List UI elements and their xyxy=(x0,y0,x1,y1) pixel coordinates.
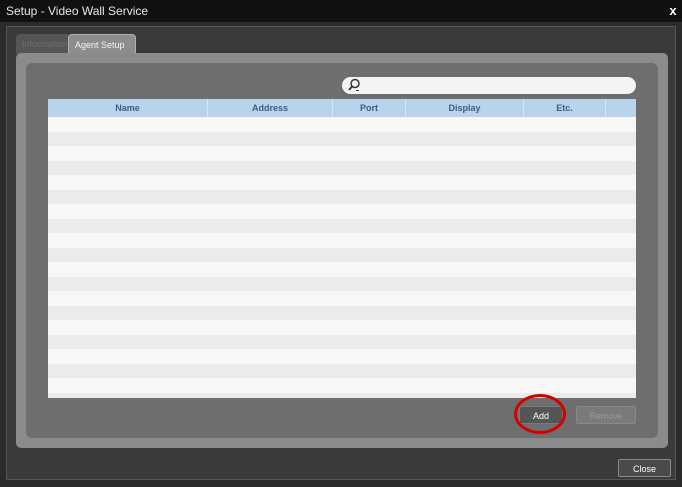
column-header-display[interactable]: Display xyxy=(406,99,524,117)
column-header-address[interactable]: Address xyxy=(208,99,333,117)
tab-agent-setup[interactable]: Agent Setup xyxy=(68,34,136,54)
table-row[interactable] xyxy=(48,291,636,306)
table-row[interactable] xyxy=(48,218,636,233)
search-input[interactable] xyxy=(364,78,628,92)
close-button[interactable]: Close xyxy=(618,459,671,477)
table-row[interactable] xyxy=(48,320,636,335)
window-title: Setup - Video Wall Service xyxy=(6,4,149,18)
table-row[interactable] xyxy=(48,189,636,204)
column-header-name[interactable]: Name xyxy=(48,99,208,117)
table-row[interactable] xyxy=(48,349,636,364)
table-header: Name Address Port Display Etc. xyxy=(48,99,636,117)
title-bar: Setup - Video Wall Service x xyxy=(0,0,682,22)
table-row[interactable] xyxy=(48,305,636,320)
table-row[interactable] xyxy=(48,276,636,291)
table-row[interactable] xyxy=(48,334,636,349)
table-row[interactable] xyxy=(48,117,636,132)
search-box[interactable] xyxy=(342,77,636,94)
agent-table[interactable]: Name Address Port Display Etc. xyxy=(48,99,636,398)
close-icon[interactable]: x xyxy=(666,0,680,22)
column-header-etc[interactable]: Etc. xyxy=(524,99,606,117)
table-row[interactable] xyxy=(48,262,636,277)
tab-information[interactable]: Information xyxy=(16,34,71,54)
table-row[interactable] xyxy=(48,146,636,161)
column-header-spacer xyxy=(606,99,636,117)
column-header-port[interactable]: Port xyxy=(333,99,406,117)
table-row[interactable] xyxy=(48,160,636,175)
highlight-circle xyxy=(514,394,566,434)
table-row[interactable] xyxy=(48,363,636,378)
table-row[interactable] xyxy=(48,378,636,393)
search-icon xyxy=(348,78,360,91)
table-row[interactable] xyxy=(48,131,636,146)
table-row[interactable] xyxy=(48,175,636,190)
setup-window: Setup - Video Wall Service x Information… xyxy=(0,0,682,487)
table-row[interactable] xyxy=(48,204,636,219)
remove-button[interactable]: Remove xyxy=(576,406,636,424)
table-row[interactable] xyxy=(48,247,636,262)
table-body xyxy=(48,117,636,398)
table-row[interactable] xyxy=(48,233,636,248)
